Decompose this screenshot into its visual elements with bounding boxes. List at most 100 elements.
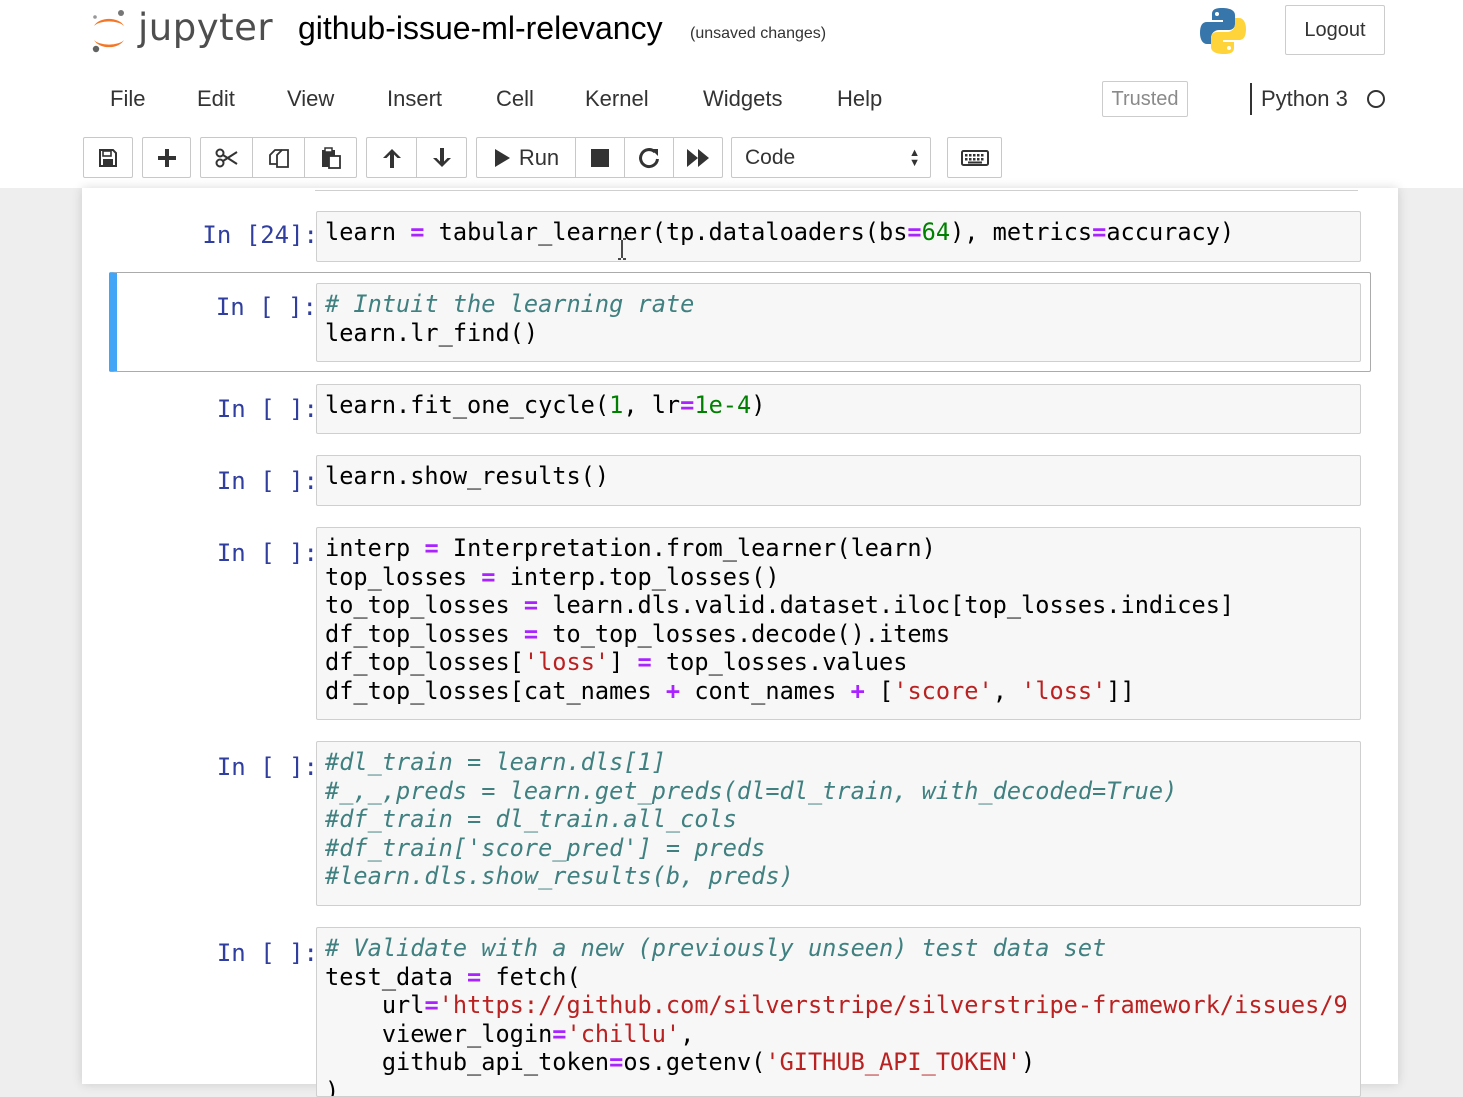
cell-prompt: In [ ]: [216, 395, 318, 423]
toolbar-insert-group [142, 137, 191, 178]
cell-input[interactable]: learn = tabular_learner(tp.dataloaders(b… [316, 211, 1361, 262]
code-token: to_top_losses [325, 591, 524, 620]
code-token: top_losses [325, 562, 482, 591]
paste-button[interactable] [305, 138, 356, 177]
copy-icon [268, 148, 289, 168]
interrupt-button[interactable] [576, 138, 625, 177]
arrow-up-icon [382, 148, 401, 168]
code-cell[interactable]: In [ ]: learn.fit_one_cycle(1, lr=1e-4) [109, 384, 1371, 434]
notebook-name[interactable]: github-issue-ml-relevancy [298, 10, 663, 47]
insert-cell-button[interactable] [143, 138, 190, 177]
code-token: = [523, 619, 539, 648]
cell-prompt: In [ ]: [215, 293, 317, 321]
keyboard-icon [960, 149, 989, 166]
code-token: ), metrics [950, 218, 1093, 246]
code-token: df_top_losses[cat_names [325, 676, 666, 705]
code-cell[interactable]: In [ ]: #dl_train = learn.dls[1] #_,_,pre… [109, 741, 1371, 906]
code-token: github_api_token [325, 1048, 610, 1077]
menu-view[interactable]: View [287, 86, 334, 112]
code-token: tabular_learner(tp.dataloaders(bs [424, 218, 908, 246]
save-button[interactable] [84, 138, 132, 177]
jupyter-logo[interactable]: jupyter [90, 6, 273, 56]
menu-edit[interactable]: Edit [197, 86, 235, 112]
cell-input[interactable]: # Intuit the learning rate learn.lr_find(… [316, 283, 1361, 362]
menu-kernel[interactable]: Kernel [585, 86, 649, 112]
code-token: ) [1021, 1048, 1036, 1077]
restart-button[interactable] [625, 138, 674, 177]
cell-input[interactable]: learn.show_results() [316, 455, 1361, 506]
menu-insert[interactable]: Insert [387, 86, 442, 112]
cell-prompt: In [ ]: [216, 467, 318, 495]
code-line: #_,_,preds = learn.get_preds(dl=dl_train… [325, 777, 1360, 806]
code-cell[interactable]: In [ ]: # Validate with a new (previousl… [109, 927, 1371, 1097]
code-token: = [523, 591, 539, 620]
code-token: , [992, 676, 1022, 705]
code-token: ) [325, 1076, 340, 1097]
cell-input[interactable]: # Validate with a new (previously unseen… [316, 927, 1361, 1097]
logout-button[interactable]: Logout [1285, 5, 1385, 55]
code-token: # Validate with a new (previously unseen… [325, 934, 1107, 962]
code-cell[interactable]: In [ ]: interp = Interpretation.from_lea… [109, 527, 1371, 720]
code-token: = [467, 962, 482, 991]
code-token: 'https://github.com/silverstripe/silvers… [438, 991, 1348, 1020]
code-token: + [665, 676, 681, 705]
code-token: interp [325, 534, 425, 562]
code-token: = [907, 218, 922, 246]
code-token: #dl_train = learn.dls[1] [325, 748, 666, 776]
code-token: 'chillu' [566, 1019, 681, 1048]
run-button[interactable]: Run [477, 138, 576, 177]
code-token: cont_names [680, 676, 851, 705]
code-line: viewer_login='chillu', [325, 1020, 1360, 1049]
code-token: test_data [325, 962, 468, 991]
move-down-button[interactable] [417, 138, 466, 177]
code-editor[interactable]: # Validate with a new (previously unseen… [317, 928, 1360, 1097]
code-line: learn.show_results() [325, 462, 1360, 491]
cell-input[interactable]: learn.fit_one_cycle(1, lr=1e-4) [316, 384, 1361, 434]
menu-cell[interactable]: Cell [496, 86, 534, 112]
code-token: [ [864, 676, 894, 705]
kernel-name[interactable]: Python 3 [1261, 86, 1348, 112]
run-icon [494, 148, 510, 167]
menu-help[interactable]: Help [837, 86, 882, 112]
command-palette-button[interactable] [947, 137, 1002, 178]
code-editor[interactable]: #dl_train = learn.dls[1] #_,_,preds = lea… [317, 742, 1360, 891]
cell-type-select[interactable]: Code ▲ ▼ [731, 137, 931, 178]
python-logo-icon [1198, 6, 1248, 61]
code-token: learn [325, 218, 411, 246]
code-token: learn.dls.valid.dataset.iloc[top_losses.… [538, 591, 1235, 620]
code-line: test_data = fetch( [325, 963, 1360, 992]
copy-button[interactable] [253, 138, 305, 177]
code-editor[interactable]: learn.show_results() [317, 456, 1360, 491]
code-editor[interactable]: learn.fit_one_cycle(1, lr=1e-4) [317, 385, 1360, 420]
move-up-button[interactable] [367, 138, 417, 177]
select-arrows-icon: ▲ ▼ [909, 147, 920, 169]
code-line: learn.lr_find() [325, 319, 1360, 348]
code-editor[interactable]: learn = tabular_learner(tp.dataloaders(b… [317, 212, 1360, 247]
code-token: , [680, 1019, 695, 1048]
code-token: = [680, 391, 695, 419]
stop-icon [591, 148, 609, 167]
code-line: df_top_losses['loss'] = top_losses.value… [325, 648, 1360, 677]
trusted-indicator[interactable]: Trusted [1102, 81, 1188, 117]
logo-text: jupyter [138, 5, 274, 49]
run-label: Run [518, 144, 560, 170]
code-cell[interactable]: In [ ]: learn.show_results() [109, 455, 1371, 506]
code-editor[interactable]: interp = Interpretation.from_learner(lea… [317, 528, 1360, 706]
cut-button[interactable] [201, 138, 253, 177]
code-token: 1 [609, 391, 624, 419]
menu-widgets[interactable]: Widgets [703, 86, 782, 112]
code-line: # Intuit the learning rate [325, 290, 1360, 319]
code-editor[interactable]: # Intuit the learning rate learn.lr_find(… [317, 284, 1360, 347]
kernel-idle-icon [1367, 90, 1385, 108]
cell-input[interactable]: interp = Interpretation.from_learner(lea… [316, 527, 1361, 720]
cell-input[interactable]: #dl_train = learn.dls[1] #_,_,preds = lea… [316, 741, 1361, 906]
save-icon [99, 148, 117, 167]
menu-file[interactable]: File [110, 86, 145, 112]
code-token: ) [751, 391, 766, 419]
code-token: 'score' [893, 676, 993, 705]
code-cell-selected[interactable]: In [ ]: # Intuit the learning rate learn.… [109, 272, 1371, 372]
code-token: = [609, 1048, 624, 1077]
code-token: url [325, 991, 425, 1020]
restart-run-all-button[interactable] [674, 138, 722, 177]
code-cell[interactable]: In [24]: learn = tabular_learner(tp.data… [109, 206, 1371, 264]
